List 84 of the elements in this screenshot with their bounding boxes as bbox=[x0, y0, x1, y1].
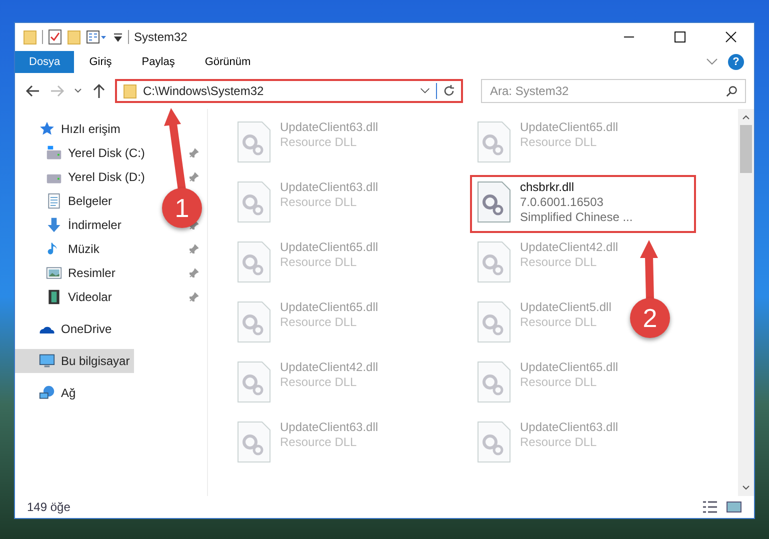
search-icon[interactable] bbox=[726, 85, 738, 97]
sidebar-item[interactable]: Videolar bbox=[15, 285, 116, 309]
dll-file-icon bbox=[476, 300, 512, 344]
dll-file-icon bbox=[236, 180, 272, 224]
videos-icon bbox=[46, 289, 62, 305]
up-arrow-icon[interactable] bbox=[91, 83, 107, 99]
item-count: 149 öğe bbox=[27, 500, 70, 514]
sidebar-item[interactable]: Yerel Disk (C:) bbox=[15, 141, 149, 165]
pin-icon[interactable] bbox=[189, 244, 199, 254]
pin-icon[interactable] bbox=[189, 292, 199, 302]
sidebar-item[interactable]: OneDrive bbox=[15, 317, 116, 341]
file-name: UpdateClient65.dll bbox=[280, 300, 378, 315]
sidebar-item[interactable]: Müzik bbox=[15, 237, 104, 261]
dll-file-icon bbox=[236, 240, 272, 284]
scroll-thumb[interactable] bbox=[740, 125, 752, 173]
file-detail: Resource DLL bbox=[280, 435, 358, 450]
sidebar-item[interactable]: Resimler bbox=[15, 261, 120, 285]
dll-file-icon bbox=[236, 300, 272, 344]
ribbon-tab[interactable]: Dosya bbox=[15, 51, 74, 73]
file-name: UpdateClient65.dll bbox=[520, 360, 618, 375]
dll-file-icon bbox=[476, 240, 512, 284]
details-view-icon[interactable] bbox=[702, 500, 718, 514]
computer-icon bbox=[39, 353, 55, 369]
search-field[interactable]: Ara: System32 bbox=[481, 79, 746, 103]
dll-file-icon bbox=[476, 120, 512, 164]
file-detail: Resource DLL bbox=[520, 315, 598, 330]
file-name: UpdateClient65.dll bbox=[280, 240, 378, 255]
help-icon[interactable]: ? bbox=[728, 54, 744, 70]
documents-icon bbox=[46, 193, 62, 209]
large-icons-view-icon[interactable] bbox=[726, 500, 742, 514]
highlighted-file-item[interactable]: chsbrkr.dll 7.0.6001.16503 Simplified Chinese ... bbox=[470, 175, 696, 233]
file-name: UpdateClient42.dll bbox=[280, 360, 378, 375]
file-detail: Resource DLL bbox=[520, 435, 598, 450]
dll-file-icon bbox=[236, 420, 272, 464]
dll-file-icon bbox=[476, 360, 512, 404]
sidebar-item[interactable]: Bu bilgisayar bbox=[15, 349, 134, 373]
file-detail: Resource DLL bbox=[280, 315, 358, 330]
pin-icon[interactable] bbox=[189, 268, 199, 278]
drive-c-icon bbox=[46, 145, 62, 161]
file-name: UpdateClient63.dll bbox=[280, 120, 378, 135]
sidebar-item[interactable]: Hızlı erişim bbox=[15, 117, 124, 141]
vertical-scrollbar[interactable] bbox=[738, 109, 754, 496]
sidebar-item[interactable]: Yerel Disk (D:) bbox=[15, 165, 149, 189]
view-dropdown-icon[interactable] bbox=[86, 29, 108, 45]
file-detail: Resource DLL bbox=[280, 375, 358, 390]
file-detail: Resource DLL bbox=[520, 135, 598, 150]
sidebar-item[interactable]: Ağ bbox=[15, 381, 80, 405]
file-name: UpdateClient42.dll bbox=[520, 240, 618, 255]
back-arrow-icon[interactable] bbox=[25, 83, 41, 99]
network-icon bbox=[39, 385, 55, 401]
pin-icon[interactable] bbox=[189, 172, 199, 182]
file-name: UpdateClient63.dll bbox=[280, 180, 378, 195]
file-detail: Simplified Chinese ... bbox=[520, 210, 633, 225]
address-bar[interactable]: C:\Windows\System32 bbox=[115, 79, 463, 103]
customize-caret-icon[interactable] bbox=[113, 32, 123, 42]
dropdown-caret-icon[interactable] bbox=[420, 87, 430, 95]
file-detail: Resource DLL bbox=[280, 135, 358, 150]
folder-icon bbox=[123, 83, 137, 99]
sidebar-item[interactable]: Belgeler bbox=[15, 189, 116, 213]
file-detail: Resource DLL bbox=[280, 195, 358, 210]
file-detail: 7.0.6001.16503 bbox=[520, 195, 604, 210]
scroll-down-icon[interactable] bbox=[741, 484, 751, 492]
download-icon bbox=[46, 217, 62, 233]
file-name: UpdateClient63.dll bbox=[520, 420, 618, 435]
dll-file-icon bbox=[476, 420, 512, 464]
file-name: UpdateClient5.dll bbox=[520, 300, 612, 315]
pictures-icon bbox=[46, 265, 62, 281]
file-detail: Resource DLL bbox=[520, 255, 598, 270]
dll-file-icon bbox=[236, 360, 272, 404]
file-name: chsbrkr.dll bbox=[520, 180, 576, 195]
annotation-arrow bbox=[640, 240, 658, 300]
dll-file-icon bbox=[476, 180, 512, 224]
file-detail: Resource DLL bbox=[520, 375, 598, 390]
expand-ribbon-icon[interactable] bbox=[706, 58, 718, 66]
file-detail: Resource DLL bbox=[280, 255, 358, 270]
scroll-up-icon[interactable] bbox=[741, 113, 751, 121]
file-name: UpdateClient63.dll bbox=[280, 420, 378, 435]
sidebar-item[interactable]: İndirmeler bbox=[15, 213, 126, 237]
properties-icon[interactable] bbox=[48, 29, 62, 45]
pin-icon[interactable] bbox=[189, 148, 199, 158]
file-name: UpdateClient65.dll bbox=[520, 120, 618, 135]
window-title: System32 bbox=[134, 30, 188, 44]
quick-icon bbox=[39, 121, 55, 137]
dll-file-icon bbox=[236, 120, 272, 164]
